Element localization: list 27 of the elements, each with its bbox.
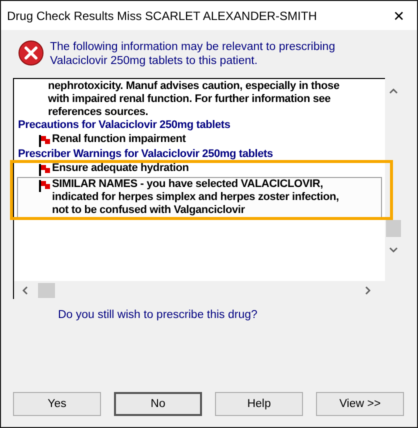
dialog-button[interactable]: View >> xyxy=(316,392,404,416)
flag-icon xyxy=(38,179,51,192)
flag-icon xyxy=(38,163,51,176)
result-text: nephrotoxicity. Manuf advises caution, especially in those with impaired renal function. For further information see references sources. xyxy=(47,80,340,119)
section-heading: Precautions for Valaciclovir 250mg tablets xyxy=(17,119,232,132)
scroll-thumb[interactable] xyxy=(38,282,55,298)
question-text: Do you still wish to prescribe this drug? xyxy=(57,309,258,321)
flag-icon xyxy=(38,134,51,147)
scroll-thumb[interactable] xyxy=(386,220,401,237)
dialog-button[interactable]: No xyxy=(114,392,202,416)
warning-text: SIMILAR NAMES - you have selected VALACICLOVIR, indicated for herpes simplex and herpes zoster infection, not to be confused with Valganciclovir xyxy=(52,178,339,217)
scroll-right-icon[interactable] xyxy=(365,286,371,294)
error-icon xyxy=(18,40,44,66)
warning-text: Renal function impairment xyxy=(52,133,186,146)
message-text: The following information may be relevant to prescribing Valaciclovir 250mg tablets to this patient. xyxy=(50,40,336,68)
scroll-down-icon[interactable] xyxy=(389,247,398,253)
window-title: Drug Check Results Miss SCARLET ALEXANDER-SMITH xyxy=(7,8,317,22)
section-heading: Prescriber Warnings for Valaciclovir 250mg tablets xyxy=(17,148,274,161)
warning-row[interactable]: Ensure adequate hydration xyxy=(17,161,382,177)
warning-text: Ensure adequate hydration xyxy=(52,162,189,175)
dialog-button[interactable]: Yes xyxy=(13,392,101,416)
scroll-up-icon[interactable] xyxy=(389,88,398,94)
close-button[interactable]: ✕ xyxy=(393,8,405,24)
dialog-button[interactable]: Help xyxy=(215,392,304,416)
warning-row[interactable]: Renal function impairment xyxy=(17,132,382,148)
warning-row[interactable]: SIMILAR NAMES - you have selected VALACICLOVIR, indicated for herpes simplex and herpes zoster infection, not to be confused with Valganciclovir xyxy=(17,177,382,218)
scroll-left-icon[interactable] xyxy=(22,286,28,294)
